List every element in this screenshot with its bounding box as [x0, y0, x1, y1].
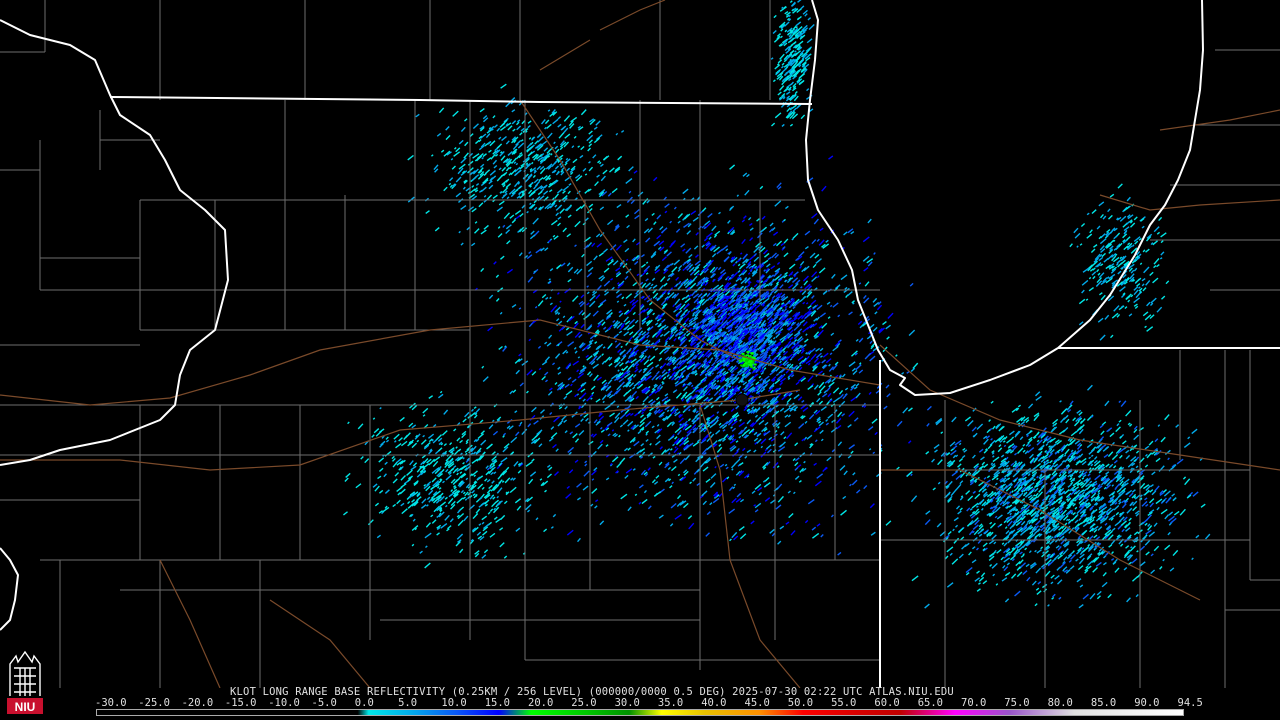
radar-map	[0, 0, 1280, 688]
